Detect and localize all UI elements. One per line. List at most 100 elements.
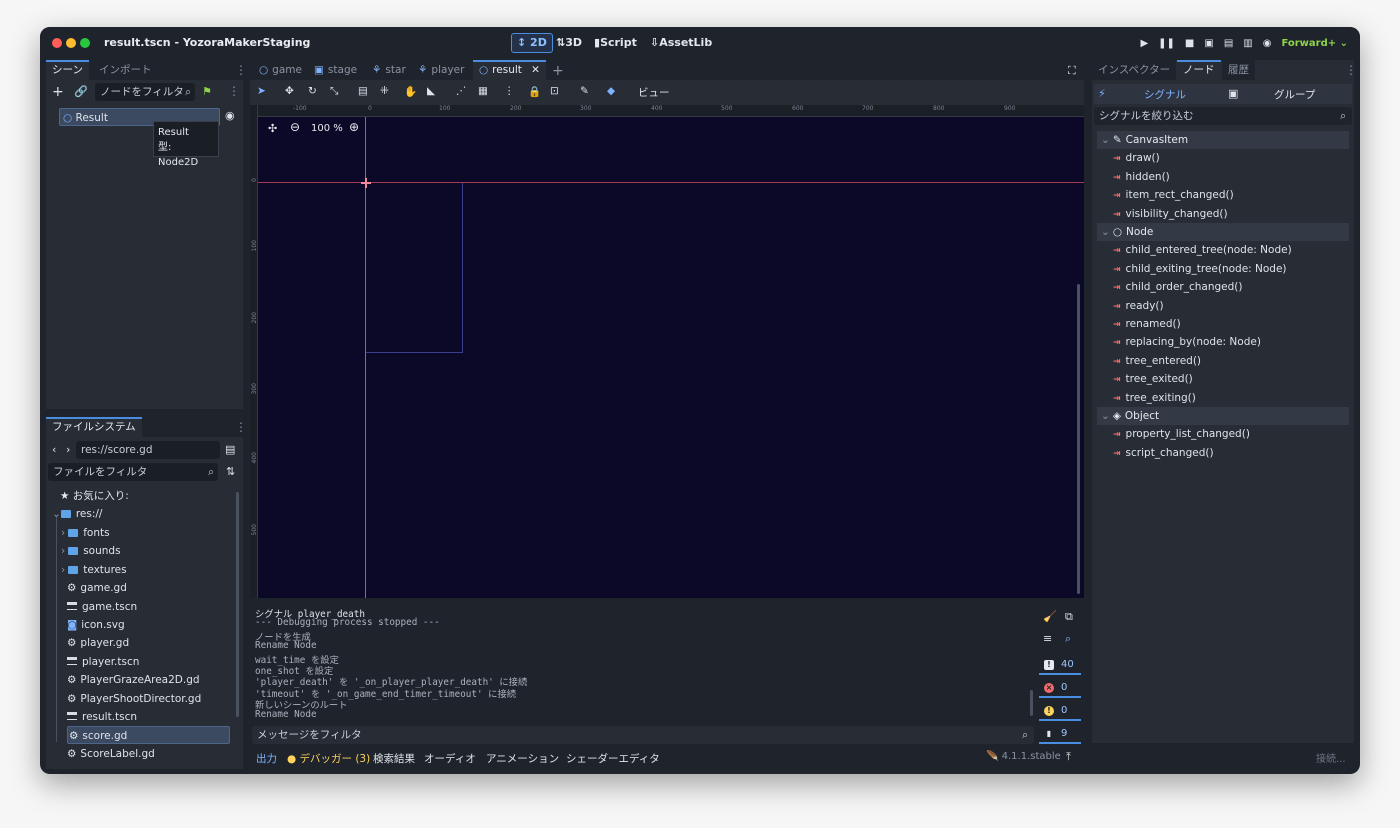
file-item-sounds[interactable]: › sounds: [61, 542, 121, 560]
visibility-eye-icon[interactable]: ◉: [225, 109, 235, 122]
file-item-player-tscn[interactable]: player.tscn: [67, 653, 139, 671]
tab-import[interactable]: インポート: [93, 60, 158, 80]
file-item-fonts[interactable]: › fonts: [61, 524, 110, 542]
movie-maker-icon[interactable]: ◉: [1263, 38, 1272, 49]
close-tab-icon[interactable]: ✕: [531, 62, 540, 79]
rotate-tool-icon[interactable]: ↻: [308, 85, 317, 97]
renderer-select[interactable]: Forward+ ⌄: [1281, 38, 1348, 49]
node-filter-input[interactable]: ノードをフィルタ ⌕: [95, 83, 195, 101]
link-icon[interactable]: 🔗: [74, 85, 88, 98]
signal-item[interactable]: ⇥ tree_entered(): [1113, 352, 1201, 370]
editor-tab-stage[interactable]: ▣ stage: [308, 60, 363, 80]
scene-tree-menu-icon[interactable]: ⋮: [228, 84, 240, 98]
signal-item[interactable]: ⇥ draw(): [1113, 149, 1160, 167]
connect-button[interactable]: 接続...: [1316, 750, 1346, 765]
signal-item[interactable]: ⇥ tree_exiting(): [1113, 389, 1196, 407]
groups-subtab[interactable]: グループ: [1274, 87, 1315, 102]
split-view-icon[interactable]: ▤: [225, 443, 235, 456]
path-field[interactable]: res://score.gd: [76, 441, 220, 459]
signals-subtab[interactable]: シグナル: [1144, 87, 1186, 102]
file-item-player-gd[interactable]: ⚙ player.gd: [67, 634, 129, 652]
expand-bottom-panel-icon[interactable]: ⤒: [1066, 750, 1071, 764]
pause-icon[interactable]: ❚❚: [1158, 38, 1175, 49]
signal-item[interactable]: ⇥ item_rect_changed(): [1113, 186, 1234, 204]
bone-icon[interactable]: ✎: [580, 85, 589, 97]
snap-options-icon[interactable]: ⋮: [504, 85, 515, 97]
file-item-textures[interactable]: › textures: [61, 561, 127, 579]
center-view-icon[interactable]: ✣: [268, 122, 277, 135]
signal-item[interactable]: ⇥ hidden(): [1113, 168, 1170, 186]
signal-item[interactable]: ⇥ property_list_changed(): [1113, 425, 1250, 443]
editor-tab-star[interactable]: ⚘ star: [366, 60, 412, 80]
zoom-in-icon[interactable]: ⊕: [349, 120, 359, 134]
editor-tab-result[interactable]: ○ result ✕: [473, 60, 546, 80]
pan-tool-icon[interactable]: ✋: [404, 85, 417, 98]
tab-filesystem[interactable]: ファイルシステム: [46, 417, 142, 437]
canvas-viewport[interactable]: ✣ ⊖ 100 % ⊕: [258, 117, 1084, 598]
signal-filter-input[interactable]: シグナルを絞り込む ⌕: [1094, 107, 1352, 125]
mode-2d-button[interactable]: ↕ 2D: [511, 33, 553, 53]
close-window-button[interactable]: [52, 38, 62, 48]
sort-icon[interactable]: ⇅: [226, 465, 235, 478]
res-root-row[interactable]: ⌄ res://: [52, 505, 102, 523]
bottom-tab-0[interactable]: 出力: [256, 751, 277, 766]
file-item-icon-svg[interactable]: ◙ icon.svg: [67, 616, 125, 634]
copy-output-icon[interactable]: ⧉: [1065, 610, 1073, 624]
new-scene-tab-icon[interactable]: +: [552, 63, 564, 79]
signal-item[interactable]: ⇥ script_changed(): [1113, 444, 1214, 462]
mode-script-button[interactable]: ▮Script: [588, 33, 643, 53]
tab-scene[interactable]: シーン: [46, 60, 89, 80]
filesystem-menu-icon[interactable]: ⋮: [235, 420, 247, 434]
grid-snap-icon[interactable]: ▦: [478, 85, 488, 97]
file-item-game-gd[interactable]: ⚙ game.gd: [67, 579, 127, 597]
bottom-tab-5[interactable]: シェーダーエディタ: [566, 751, 660, 766]
zoom-window-button[interactable]: [80, 38, 90, 48]
signal-item[interactable]: ⇥ visibility_changed(): [1113, 205, 1228, 223]
collapse-output-icon[interactable]: ≡: [1043, 632, 1052, 645]
file-item-game-tscn[interactable]: game.tscn: [67, 598, 137, 616]
signal-item[interactable]: ⇥ child_exiting_tree(node: Node): [1113, 260, 1287, 278]
right-tab-1[interactable]: ノード: [1177, 60, 1221, 80]
error-count-toggle[interactable]: × 0: [1039, 680, 1081, 698]
bottom-tab-4[interactable]: アニメーション: [486, 751, 559, 766]
signal-category-node[interactable]: ⌄ ○ Node: [1097, 223, 1349, 241]
play-custom-scene-icon[interactable]: ▥: [1243, 38, 1252, 49]
favorites-row[interactable]: ★ お気に入り:: [60, 487, 129, 505]
viewport-scrollbar[interactable]: [1077, 284, 1080, 594]
editor-tab-game[interactable]: ○ game: [253, 60, 308, 80]
file-item-playershootdirector-gd[interactable]: ⚙ PlayerShootDirector.gd: [67, 690, 201, 708]
signal-item[interactable]: ⇥ ready(): [1113, 297, 1164, 315]
search-output-icon[interactable]: ⌕: [1065, 632, 1071, 646]
file-item-scorelabel-gd[interactable]: ⚙ ScoreLabel.gd: [67, 745, 155, 763]
bottom-tab-1[interactable]: ● デバッガー (3): [287, 751, 370, 766]
message-count-toggle[interactable]: ! 40: [1039, 657, 1081, 675]
signal-item[interactable]: ⇥ child_order_changed(): [1113, 278, 1242, 296]
file-item-playergrazearea2d-gd[interactable]: ⚙ PlayerGrazeArea2D.gd: [67, 671, 200, 689]
pivot-tool-icon[interactable]: ⁜: [380, 85, 389, 97]
file-item-result-tscn[interactable]: result.tscn: [67, 708, 137, 726]
signal-item[interactable]: ⇥ replacing_by(node: Node): [1113, 333, 1261, 351]
distraction-free-icon[interactable]: ⛶: [1068, 64, 1076, 78]
filesystem-scrollbar[interactable]: [236, 492, 239, 717]
move-tool-icon[interactable]: ✥: [285, 85, 294, 97]
right-dock-menu-icon[interactable]: ⋮: [1345, 63, 1357, 77]
mode-assetlib-button[interactable]: ⇩AssetLib: [644, 33, 718, 53]
signal-category-canvasitem[interactable]: ⌄ ✎ CanvasItem: [1097, 131, 1349, 149]
right-tab-2[interactable]: 履歴: [1222, 60, 1255, 80]
editor-tab-player[interactable]: ⚘ player: [412, 60, 470, 80]
stop-icon[interactable]: ■: [1185, 38, 1194, 49]
clear-output-icon[interactable]: 🧹: [1043, 610, 1057, 623]
file-item-score-gd[interactable]: ⚙ score.gd: [67, 726, 230, 745]
snap-toggle-icon[interactable]: ⋰: [456, 85, 467, 97]
scale-tool-icon[interactable]: ⤡: [330, 85, 338, 98]
bottom-tab-2[interactable]: 検索結果: [373, 751, 415, 766]
forward-icon[interactable]: ›: [66, 443, 70, 456]
polygon-icon[interactable]: ◆: [607, 85, 615, 97]
signal-item[interactable]: ⇥ child_entered_tree(node: Node): [1113, 241, 1292, 259]
play-icon[interactable]: ▶: [1140, 38, 1148, 49]
attach-script-icon[interactable]: ⚑: [202, 85, 212, 98]
zoom-out-icon[interactable]: ⊖: [290, 120, 300, 134]
ruler-select-icon[interactable]: ▤: [358, 85, 368, 97]
minimize-window-button[interactable]: [66, 38, 76, 48]
output-scrollbar[interactable]: [1030, 690, 1033, 716]
